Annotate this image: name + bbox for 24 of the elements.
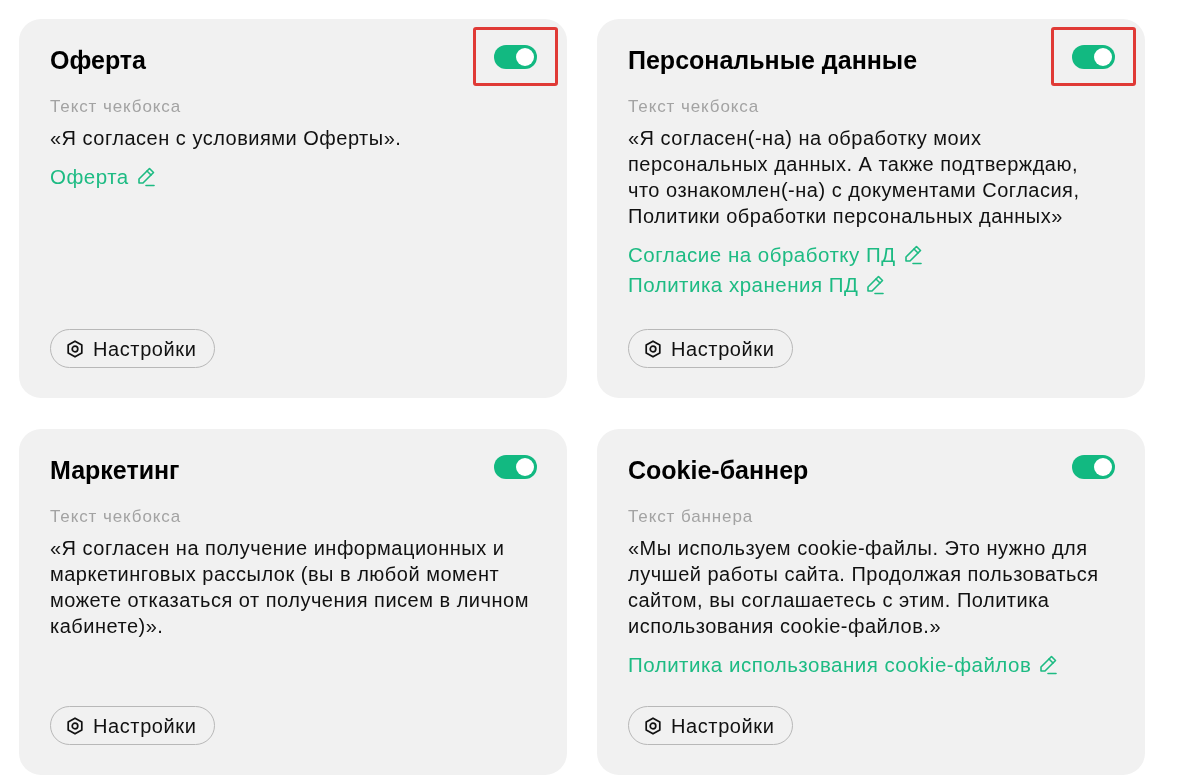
consent-text: «Я согласен с условиями Оферты». [50,126,403,151]
pencil-icon [865,275,886,295]
pencil-icon [135,167,156,187]
field-label: Текст чекбокса [50,96,183,118]
card-title: Маркетинг [50,455,180,485]
consent-text: «Мы используем cookie-файлы. Это нужно для лучшей работы сайта. Продолжая пользоваться сайтом, вы соглашаетесь с этим. Политика использования cookie-файлов.» [628,536,1100,639]
toggle-switch[interactable] [1072,455,1115,479]
toggle-switch[interactable] [494,45,537,69]
settings-icon [644,716,662,735]
settings-icon [66,339,84,358]
consent-text: «Я согласен на получение информационных и маркетинговых рассылок (вы в любой момент можете отказаться от получения писем в личном кабинете)». [50,536,530,639]
pencil-icon [1038,655,1059,675]
field-label: Текст чекбокса [50,506,183,528]
field-label: Текст чекбокса [628,96,761,118]
consent-text: «Я согласен(-на) на обработку моих персональных данных. А также подтверждаю, что ознакомлен(-на) с документами Согласия, Политики обработки персональных данных» [628,126,1081,229]
toggle-switch[interactable] [494,455,537,479]
toggle-switch[interactable] [1072,45,1115,69]
field-label: Текст баннера [628,506,755,528]
card-title: Оферта [50,45,146,75]
settings-icon [66,716,84,735]
card-title: Cookie-баннер [628,455,809,485]
pencil-icon [902,245,923,265]
settings-icon [644,339,662,358]
card-title: Персональные данные [628,45,918,75]
